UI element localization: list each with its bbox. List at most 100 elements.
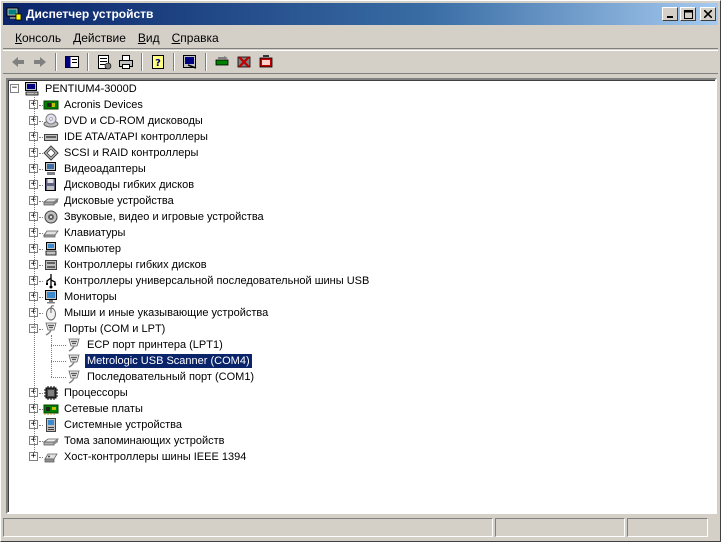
tree-category[interactable]: Тома запоминающих устройств	[42, 433, 227, 449]
tree-category[interactable]: Процессоры	[43, 385, 130, 401]
tree-connector-line	[34, 93, 35, 452]
tree-item-label[interactable]: PENTIUM4-3000D	[43, 82, 139, 96]
help-button[interactable]: ?	[147, 52, 169, 72]
uninstall-device-icon	[259, 55, 273, 68]
properties-icon	[98, 55, 112, 70]
tree-root[interactable]: PENTIUM4-3000D	[24, 81, 139, 97]
help-icon: ?	[152, 55, 164, 69]
computer-icon	[24, 81, 40, 97]
tree-item-label[interactable]: Мыши и иные указывающие устройства	[62, 306, 270, 320]
update-driver-icon	[215, 56, 229, 66]
toolbar-separator	[87, 53, 89, 71]
svg-text:?: ?	[155, 58, 161, 69]
tree-item-label[interactable]: Звуковые, видео и игровые устройства	[62, 210, 266, 224]
tree-item-label[interactable]: IDE ATA/ATAPI контроллеры	[62, 130, 210, 144]
tree-connector-line	[51, 361, 66, 362]
tree-category[interactable]: Порты (COM и LPT)	[43, 321, 167, 337]
disable-device-icon	[237, 56, 251, 68]
usb-icon	[43, 273, 59, 289]
menu-action[interactable]: Действие	[67, 29, 132, 47]
minimize-button[interactable]	[662, 7, 678, 21]
storage-volume-icon	[42, 433, 60, 449]
tree-item-label[interactable]: Хост-контроллеры шины IEEE 1394	[62, 450, 248, 464]
tree-category[interactable]: Клавиатуры	[43, 225, 127, 241]
port-icon	[66, 337, 82, 353]
tree-item-label[interactable]: Контроллеры гибких дисков	[62, 258, 209, 272]
display-adapter-icon	[43, 161, 59, 177]
tree-item-label[interactable]: Системные устройства	[62, 418, 184, 432]
tree-connector-line	[51, 345, 66, 346]
monitor-icon	[43, 289, 59, 305]
tree-category[interactable]: Дисковые устройства	[42, 193, 176, 209]
status-pane-main	[3, 518, 493, 537]
tree-item-label[interactable]: Мониторы	[62, 290, 119, 304]
status-pane-secondary	[495, 518, 625, 537]
uninstall-device-button[interactable]	[255, 52, 277, 72]
tree-item-label[interactable]: Сетевые платы	[62, 402, 145, 416]
back-button[interactable]	[7, 52, 29, 72]
tree-connector-line	[51, 377, 66, 378]
tree-item-label[interactable]: Дисководы гибких дисков	[62, 178, 196, 192]
tree-item-label[interactable]: Клавиатуры	[62, 226, 127, 240]
category-expander[interactable]: +	[29, 452, 38, 461]
tree-category[interactable]: Контроллеры гибких дисков	[43, 257, 209, 273]
tree-category[interactable]: Системные устройства	[43, 417, 184, 433]
tree-category[interactable]: Acronis Devices	[43, 97, 145, 113]
tree-device[interactable]: Последовательный порт (COM1)	[66, 369, 256, 385]
tree-device[interactable]: Metrologic USB Scanner (COM4)	[66, 353, 253, 369]
floppy-controller-icon	[43, 257, 59, 273]
tree-category[interactable]: Хост-контроллеры шины IEEE 1394	[43, 449, 248, 465]
tree-category[interactable]: DVD и CD-ROM дисководы	[43, 113, 205, 129]
tree-item-label[interactable]: Тома запоминающих устройств	[62, 434, 227, 448]
tree-item-label[interactable]: Дисковые устройства	[62, 194, 176, 208]
tree-item-label[interactable]: Metrologic USB Scanner (COM4)	[84, 353, 253, 369]
tree-item-label[interactable]: Процессоры	[62, 386, 130, 400]
toolbar-separator	[205, 53, 207, 71]
tree-connector-line	[51, 335, 52, 377]
tree-item-label[interactable]: Последовательный порт (COM1)	[85, 370, 256, 384]
title-bar[interactable]: Диспетчер устройств	[3, 3, 718, 25]
tree-category[interactable]: SCSI и RAID контроллеры	[43, 145, 200, 161]
menu-console[interactable]: Консоль	[9, 29, 67, 47]
tree-device[interactable]: ECP порт принтера (LPT1)	[66, 337, 225, 353]
tree-category[interactable]: Звуковые, видео и игровые устройства	[43, 209, 266, 225]
tree-item-label[interactable]: Видеоадаптеры	[62, 162, 148, 176]
device-tree-pane[interactable]: − PENTIUM4-3000D + Acronis Devices + DVD и CD…	[6, 78, 717, 514]
maximize-button[interactable]	[680, 7, 696, 21]
computer-small-icon	[43, 241, 59, 257]
root-expander[interactable]: −	[10, 84, 19, 93]
disable-device-button[interactable]	[233, 52, 255, 72]
tree-category[interactable]: Видеоадаптеры	[43, 161, 148, 177]
forward-button[interactable]	[29, 52, 51, 72]
port-icon	[66, 369, 82, 385]
tree-item-label[interactable]: SCSI и RAID контроллеры	[62, 146, 200, 160]
tree-item-label[interactable]: ECP порт принтера (LPT1)	[85, 338, 225, 352]
cpu-icon	[43, 385, 59, 401]
tree-item-label[interactable]: Порты (COM и LPT)	[62, 322, 167, 336]
disk-drive-icon	[42, 193, 60, 209]
print-button[interactable]	[115, 52, 137, 72]
tree-category[interactable]: Контроллеры универсальной последовательн…	[43, 273, 371, 289]
device-manager-icon	[6, 7, 22, 21]
tree-item-label[interactable]: DVD и CD-ROM дисководы	[62, 114, 205, 128]
tree-item-label[interactable]: Acronis Devices	[62, 98, 145, 112]
tree-item-label[interactable]: Контроллеры универсальной последовательн…	[62, 274, 371, 288]
show-hide-tree-button[interactable]	[61, 52, 83, 72]
scan-hardware-button[interactable]	[179, 52, 201, 72]
menu-view[interactable]: Вид	[132, 29, 166, 47]
keyboard-icon	[43, 225, 59, 241]
close-icon	[704, 10, 712, 18]
print-icon	[119, 55, 133, 69]
tree-category[interactable]: Сетевые платы	[43, 401, 145, 417]
tree-category[interactable]: Мониторы	[43, 289, 119, 305]
update-driver-button[interactable]	[211, 52, 233, 72]
toolbar-separator	[173, 53, 175, 71]
tree-category[interactable]: Дисководы гибких дисков	[43, 177, 196, 193]
properties-button[interactable]	[93, 52, 115, 72]
tree-category[interactable]: Компьютер	[43, 241, 123, 257]
tree-category[interactable]: IDE ATA/ATAPI контроллеры	[43, 129, 210, 145]
tree-category[interactable]: Мыши и иные указывающие устройства	[43, 305, 270, 321]
close-button[interactable]	[700, 7, 716, 21]
menu-help[interactable]: Справка	[166, 29, 225, 47]
tree-item-label[interactable]: Компьютер	[62, 242, 123, 256]
